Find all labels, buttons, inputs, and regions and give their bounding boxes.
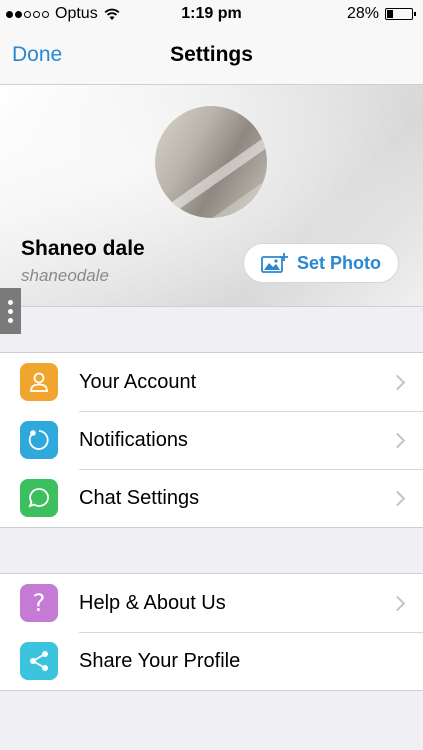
share-profile-row[interactable]: Share Your Profile [0, 632, 423, 690]
chevron-right-icon [389, 490, 406, 506]
profile-name: Shaneo dale [21, 237, 145, 260]
question-icon: ? [20, 584, 58, 622]
add-photo-icon [261, 253, 288, 273]
chat-bubble-icon [20, 479, 58, 517]
side-drag-handle[interactable] [0, 288, 21, 334]
page-title: Settings [170, 43, 253, 66]
settings-group-support: ? Help & About Us Share Your Profile [0, 573, 423, 691]
notifications-row[interactable]: Notifications [0, 411, 423, 469]
chevron-right-icon [389, 374, 406, 390]
battery-percent: 28% [346, 5, 379, 22]
chevron-right-icon [389, 432, 406, 448]
avatar[interactable] [155, 106, 267, 218]
your-account-label: Your Account [79, 370, 197, 393]
your-account-row[interactable]: Your Account [0, 353, 423, 411]
chevron-right-icon [389, 595, 406, 611]
battery-area: 28% [346, 5, 416, 23]
chat-settings-label: Chat Settings [79, 486, 200, 509]
person-icon [20, 363, 58, 401]
notification-icon [20, 421, 58, 459]
set-photo-button[interactable]: Set Photo [243, 243, 399, 283]
help-about-row[interactable]: ? Help & About Us [0, 574, 423, 632]
profile-username: shaneodale [21, 266, 109, 285]
share-icon [20, 642, 58, 680]
notifications-label: Notifications [79, 428, 188, 451]
profile-header: Shaneo dale shaneodale Set Photo [0, 85, 423, 307]
share-profile-label: Share Your Profile [79, 649, 241, 672]
help-about-label: Help & About Us [79, 591, 226, 614]
navigation-bar: Done Settings [0, 28, 423, 85]
status-bar: Optus 1:19 pm 28% [0, 0, 423, 28]
settings-group-main: Your Account Notifications Chat Settings [0, 352, 423, 528]
battery-icon [385, 8, 416, 20]
chat-settings-row[interactable]: Chat Settings [0, 469, 423, 527]
set-photo-label: Set Photo [297, 252, 381, 273]
